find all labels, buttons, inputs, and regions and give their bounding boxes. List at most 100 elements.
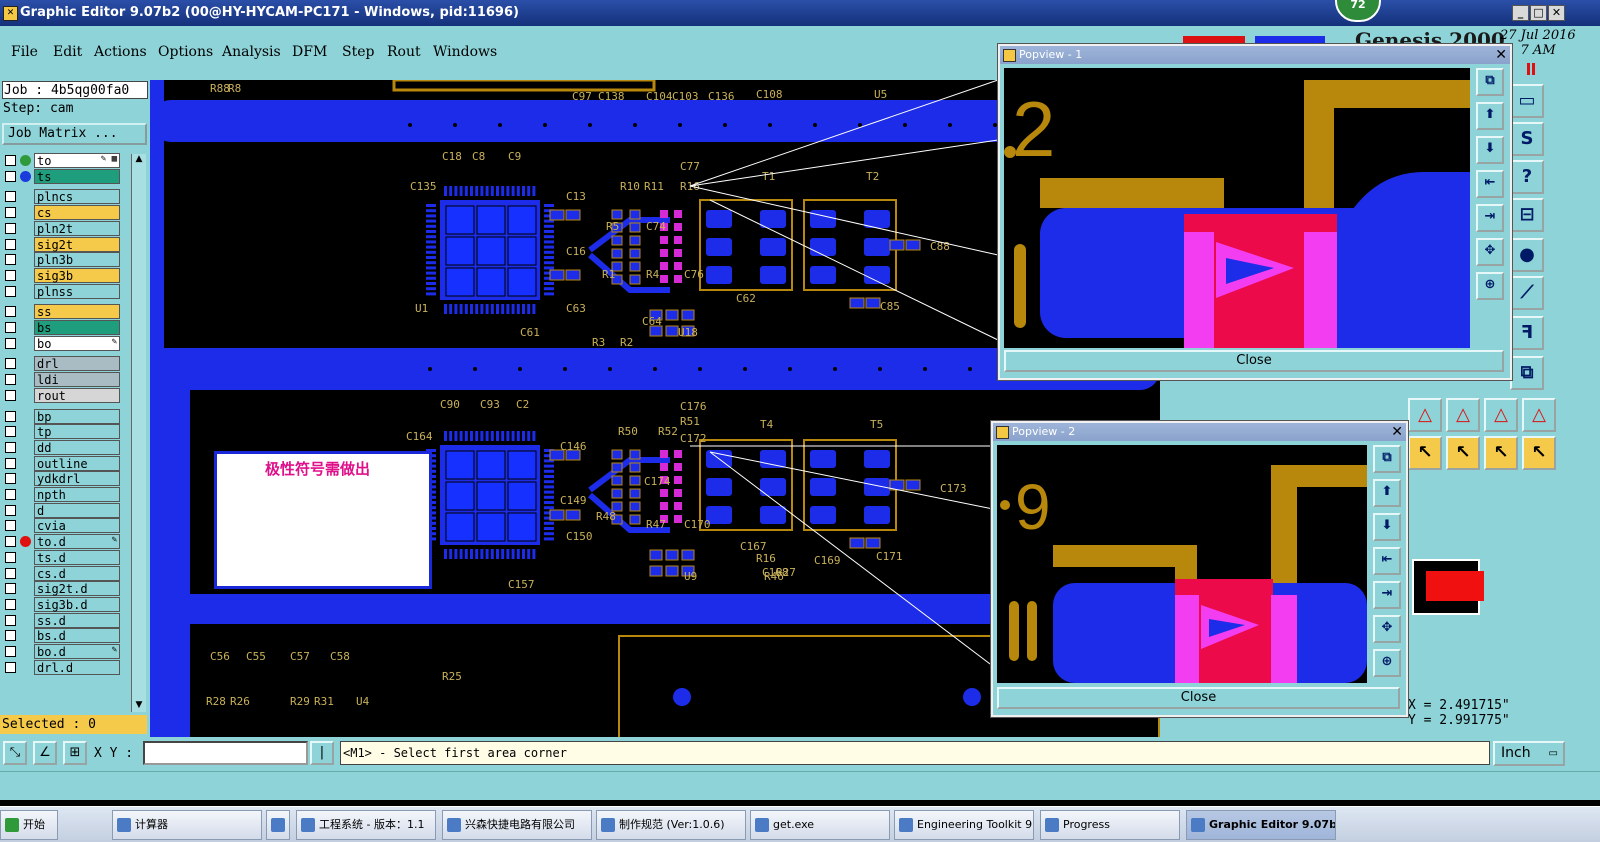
layer-row-ts[interactable]: ts [2, 168, 120, 184]
tool-pointer-move-icon[interactable]: ↖ [1484, 436, 1518, 470]
popview-2-close-button[interactable]: Close [997, 687, 1400, 709]
popview-2-titlebar[interactable]: Popview - 2 ✕ [993, 423, 1406, 441]
layer-name[interactable]: d [34, 502, 120, 518]
layer-checkbox[interactable] [5, 504, 16, 516]
layer-row-to-d[interactable]: to.d ✎ [2, 534, 120, 550]
layer-name[interactable]: drl.d [34, 659, 120, 675]
minimize-button[interactable]: _ [1512, 5, 1529, 21]
layer-name[interactable]: ss.d [34, 612, 120, 628]
layer-checkbox[interactable] [5, 567, 16, 579]
layer-display-dot-icon[interactable] [20, 536, 31, 548]
tool-window-icon[interactable]: ▭ [1510, 84, 1544, 118]
layer-name[interactable]: ts.d [34, 549, 120, 565]
layer-name[interactable]: cs [34, 205, 120, 221]
layer-checkbox[interactable] [5, 646, 16, 657]
layer-row-drl[interactable]: drl [2, 356, 120, 372]
popview-down-icon[interactable]: ⬇ [1373, 513, 1401, 541]
layer-checkbox[interactable] [5, 170, 16, 182]
layer-name[interactable]: bo.d [34, 644, 120, 659]
popview-2-close-icon[interactable]: ✕ [1391, 423, 1403, 441]
layer-name[interactable]: rout [34, 387, 120, 403]
layer-row-cs[interactable]: cs [2, 205, 120, 221]
layer-name[interactable]: bo [34, 335, 120, 351]
layer-row-ss-d[interactable]: ss.d [2, 612, 120, 628]
layer-row-to[interactable]: to ✎ ▦ [2, 153, 120, 168]
zoom-area-icon[interactable]: ⤡ [3, 741, 27, 765]
layer-display-dot-icon[interactable] [20, 170, 31, 182]
popview-home-icon[interactable]: ⊕ [1373, 649, 1401, 677]
tool-help-icon[interactable]: ? [1510, 160, 1544, 194]
layer-row-npth[interactable]: npth [2, 487, 120, 502]
pause-icon[interactable] [1527, 63, 1535, 75]
popview-1-close-button[interactable]: Close [1004, 350, 1504, 372]
menu-analysis[interactable]: Analysis [222, 44, 281, 60]
layer-checkbox[interactable] [5, 337, 16, 349]
layer-row-rout[interactable]: rout [2, 387, 120, 403]
layer-row-plnss[interactable]: plnss [2, 283, 120, 299]
popview-up-icon[interactable]: ⬆ [1373, 479, 1401, 507]
popview-1-window[interactable]: Popview - 1 ✕ 2 ⧉ ⬆ ⬇ ⇤ ⇥ ✥ ⊕ Close [997, 43, 1513, 381]
layer-row-tp[interactable]: tp [2, 424, 120, 440]
layer-checkbox[interactable] [5, 441, 16, 453]
layer-checkbox[interactable] [5, 551, 16, 563]
taskbar-item[interactable]: 兴森快捷电路有限公司 [442, 810, 592, 840]
popview-fit-icon[interactable]: ✥ [1373, 615, 1401, 643]
layer-name[interactable]: dd [34, 439, 120, 455]
unit-selector[interactable]: Inch ▭ [1493, 741, 1565, 766]
layer-row-d[interactable]: d [2, 502, 120, 518]
layer-name[interactable]: ts [34, 168, 120, 184]
layer-row-ydkdrl[interactable]: ydkdrl [2, 471, 120, 487]
tool-pointer-icon[interactable]: ↖ [1408, 436, 1442, 470]
tool-pointer-select-icon[interactable]: ↖ [1446, 436, 1480, 470]
layer-name[interactable]: ydkdrl [34, 471, 120, 487]
layer-row-pln2t[interactable]: pln2t [2, 220, 120, 236]
layer-name[interactable]: bs [34, 320, 120, 335]
menu-step[interactable]: Step [342, 44, 374, 60]
layer-row-dd[interactable]: dd [2, 439, 120, 455]
menu-windows[interactable]: Windows [433, 44, 497, 60]
popview-right-icon[interactable]: ⇥ [1373, 581, 1401, 609]
popview-1-titlebar[interactable]: Popview - 1 ✕ [1000, 46, 1510, 64]
layer-name[interactable]: bs.d [34, 628, 120, 644]
tool-add-icon[interactable]: △ [1484, 398, 1518, 432]
layer-name[interactable]: ldi [34, 372, 120, 388]
layer-name[interactable]: cvia [34, 518, 120, 534]
taskbar-item[interactable]: Graphic Editor 9.07b [1186, 810, 1336, 840]
taskbar-item[interactable]: get.exe [750, 810, 890, 840]
layer-row-bo[interactable]: bo ✎ [2, 335, 120, 351]
layer-checkbox[interactable] [5, 358, 16, 370]
taskbar-item[interactable]: Progress [1040, 810, 1180, 840]
layer-checkbox[interactable] [5, 457, 16, 469]
layer-checkbox[interactable] [5, 630, 16, 642]
layer-checkbox[interactable] [5, 489, 16, 500]
popview-down-icon[interactable]: ⬇ [1476, 136, 1504, 164]
layer-checkbox[interactable] [5, 389, 16, 401]
layer-checkbox[interactable] [5, 583, 16, 595]
measure-icon[interactable]: ∠ [33, 741, 57, 765]
tool-select-outline-icon[interactable]: △ [1446, 398, 1480, 432]
menu-actions[interactable]: Actions [94, 44, 147, 60]
start-button[interactable]: 开始 [0, 810, 58, 840]
layer-checkbox[interactable] [5, 661, 16, 673]
popview-left-icon[interactable]: ⇤ [1476, 170, 1504, 198]
maximize-button[interactable]: □ [1530, 5, 1547, 21]
layer-checkbox[interactable] [5, 410, 16, 422]
layer-checkbox[interactable] [5, 207, 16, 219]
layer-checkbox[interactable] [5, 269, 16, 281]
layer-checkbox[interactable] [5, 322, 16, 333]
layer-name[interactable]: ss [34, 304, 120, 320]
layer-row-pln3b[interactable]: pln3b [2, 252, 120, 268]
layer-row-sig2t[interactable]: sig2t [2, 236, 120, 252]
grid-icon[interactable]: ⊞ [63, 741, 87, 765]
tool-snap-icon[interactable]: S [1510, 122, 1544, 156]
layer-name[interactable]: npth [34, 487, 120, 502]
layer-name[interactable]: sig2t [34, 236, 120, 252]
popview-1-close-icon[interactable]: ✕ [1495, 46, 1507, 64]
taskbar-item[interactable]: 制作规范 (Ver:1.0.6) [596, 810, 746, 840]
layer-row-bs-d[interactable]: bs.d [2, 628, 120, 644]
layer-checkbox[interactable] [5, 306, 16, 318]
layer-checkbox[interactable] [5, 473, 16, 485]
layer-row-bp[interactable]: bp [2, 408, 120, 424]
layer-checkbox[interactable] [5, 254, 16, 266]
tool-pad-icon[interactable]: ● [1510, 238, 1544, 272]
